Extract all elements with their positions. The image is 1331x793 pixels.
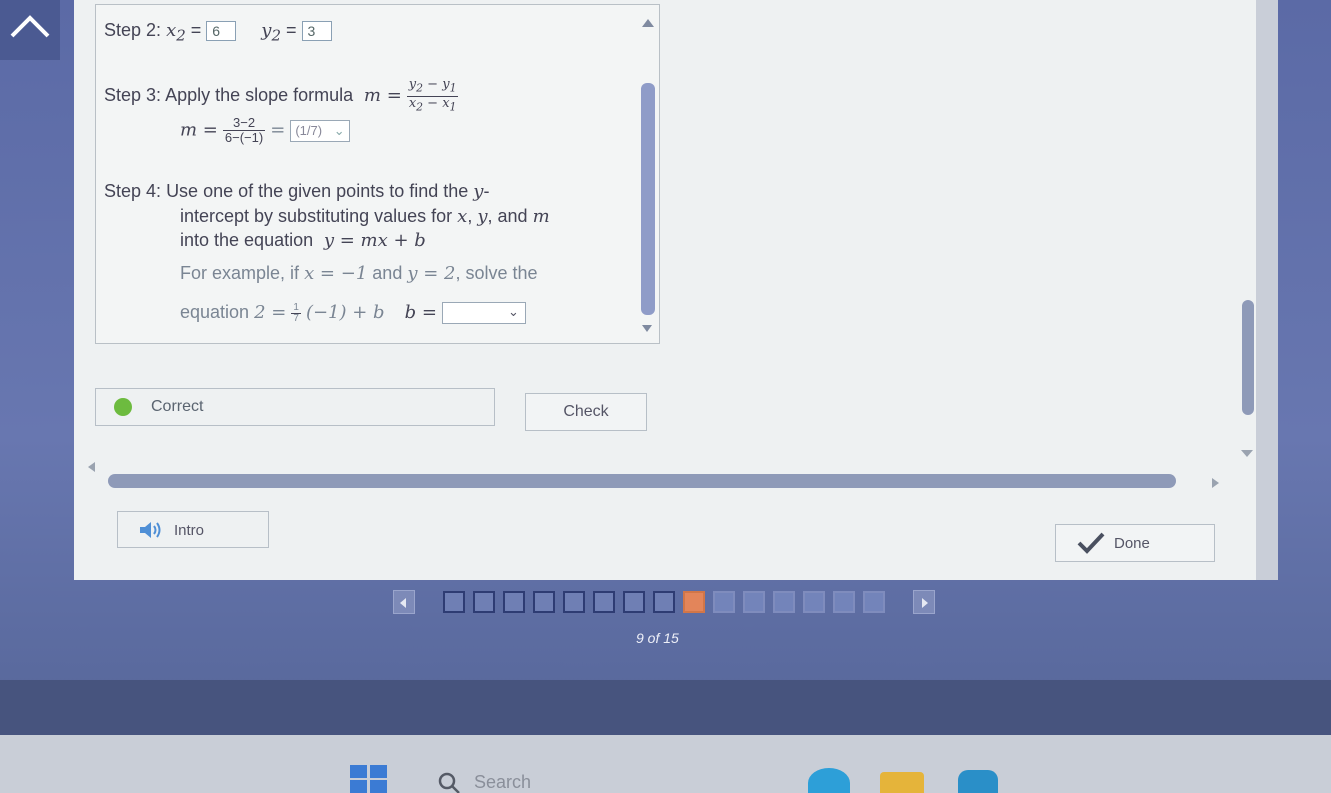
step3-row: Step 3: Apply the slope formula m = y2 −…: [104, 77, 459, 114]
next-page-button[interactable]: [913, 590, 935, 614]
b-answer-dropdown[interactable]: ⌄: [441, 302, 526, 325]
page-square-12[interactable]: [773, 591, 795, 613]
example-and: and: [372, 263, 403, 283]
equation-label: equation: [180, 302, 250, 322]
panel-edge: [1256, 0, 1278, 580]
page-square-13[interactable]: [803, 591, 825, 613]
horizontal-scrollbar[interactable]: [108, 474, 1176, 488]
scroll-right-arrow-icon[interactable]: [1212, 478, 1219, 488]
intro-label: Intro: [174, 522, 205, 539]
page-square-15[interactable]: [863, 591, 885, 613]
step4-equation: equation 2 = 17 (−1) + b b = ⌄: [180, 301, 526, 325]
b-label: b =: [404, 302, 437, 323]
example-solve: , solve the: [455, 263, 538, 283]
step3-text: Apply the slope formula: [165, 84, 354, 105]
prev-page-button[interactable]: [393, 590, 415, 614]
step4-line3: into the equation y = mx + b: [180, 230, 426, 251]
page-square-6[interactable]: [593, 591, 615, 613]
taskbar: [0, 735, 1331, 793]
x2-input[interactable]: 6: [206, 21, 237, 42]
edge-browser-icon[interactable]: [808, 768, 850, 793]
page-count: 9 of 15: [636, 630, 679, 646]
step4-example: For example, if x = −1 and y = 2, solve …: [180, 263, 538, 284]
page-square-2[interactable]: [473, 591, 495, 613]
feedback-box: Correct: [95, 388, 495, 426]
back-arrow-button[interactable]: [0, 0, 60, 60]
vertical-scrollbar[interactable]: [641, 83, 655, 315]
step4-label: Step 4:: [104, 181, 162, 201]
page-square-7[interactable]: [623, 591, 645, 613]
scroll-up-arrow-icon[interactable]: [642, 19, 654, 27]
step4-line3-text: into the equation: [180, 230, 314, 250]
slope-formula: y2 − y1 x2 − x1: [406, 77, 459, 114]
done-label: Done: [1114, 535, 1150, 552]
intro-button[interactable]: Intro: [117, 511, 269, 548]
one-seventh-fraction: 17: [291, 301, 301, 324]
done-button[interactable]: Done: [1055, 524, 1215, 562]
correct-check-icon: [114, 398, 132, 416]
outer-scroll-down-arrow-icon[interactable]: [1241, 450, 1253, 457]
slope-calculation: 3−2 6−(−1): [222, 115, 266, 145]
file-explorer-icon[interactable]: [880, 772, 924, 793]
desktop-background: [0, 680, 1331, 735]
page-square-10[interactable]: [713, 591, 735, 613]
steps-box: [95, 4, 660, 344]
step4-line1-text: Use one of the given points to find the: [166, 181, 469, 201]
example-y: y = 2: [407, 263, 456, 284]
slope-answer-dropdown[interactable]: (1/7) ⌄: [290, 119, 350, 142]
taskbar-search-input[interactable]: Search: [474, 772, 531, 793]
page-square-9[interactable]: [683, 591, 705, 613]
example-text: For example, if: [180, 263, 300, 283]
speaker-icon: [140, 522, 161, 538]
store-icon[interactable]: [958, 770, 998, 793]
page-square-8[interactable]: [653, 591, 675, 613]
checkmark-icon: [1077, 532, 1105, 554]
outer-vertical-scrollbar[interactable]: [1242, 300, 1254, 415]
page-square-11[interactable]: [743, 591, 765, 613]
example-x: x = −1: [304, 263, 368, 284]
check-button[interactable]: Check: [525, 393, 647, 431]
scroll-left-arrow-icon[interactable]: [88, 462, 95, 472]
chevron-down-icon: ⌄: [508, 304, 519, 320]
step4-y-var: y: [473, 181, 484, 202]
page-square-5[interactable]: [563, 591, 585, 613]
page-square-3[interactable]: [503, 591, 525, 613]
page-square-4[interactable]: [533, 591, 555, 613]
step4-line2-text: intercept by substituting values for: [180, 206, 453, 226]
step4-line1: Step 4: Use one of the given points to f…: [104, 181, 490, 202]
page-square-14[interactable]: [833, 591, 855, 613]
chevron-right-icon: [922, 598, 928, 608]
page-square-1[interactable]: [443, 591, 465, 613]
chevron-left-icon: [400, 598, 406, 608]
slope-answer-value: (1/7): [295, 122, 323, 138]
step4-line2: intercept by substituting values for x, …: [180, 206, 550, 227]
y2-input[interactable]: 3: [301, 21, 332, 42]
step2-label: Step 2:: [104, 20, 162, 40]
feedback-status: Correct: [151, 398, 204, 415]
scroll-down-arrow-icon[interactable]: [642, 325, 652, 332]
step3-label: Step 3:: [104, 84, 162, 105]
step2-row: Step 2: x2 = 6 y2 = 3: [104, 20, 332, 45]
windows-start-icon[interactable]: [350, 765, 388, 793]
chevron-down-icon: ⌄: [333, 122, 345, 138]
step3-calc-row: m = 3−2 6−(−1) = (1/7) ⌄: [180, 116, 350, 145]
search-icon[interactable]: [436, 770, 462, 793]
up-arrow-icon: [10, 15, 50, 38]
